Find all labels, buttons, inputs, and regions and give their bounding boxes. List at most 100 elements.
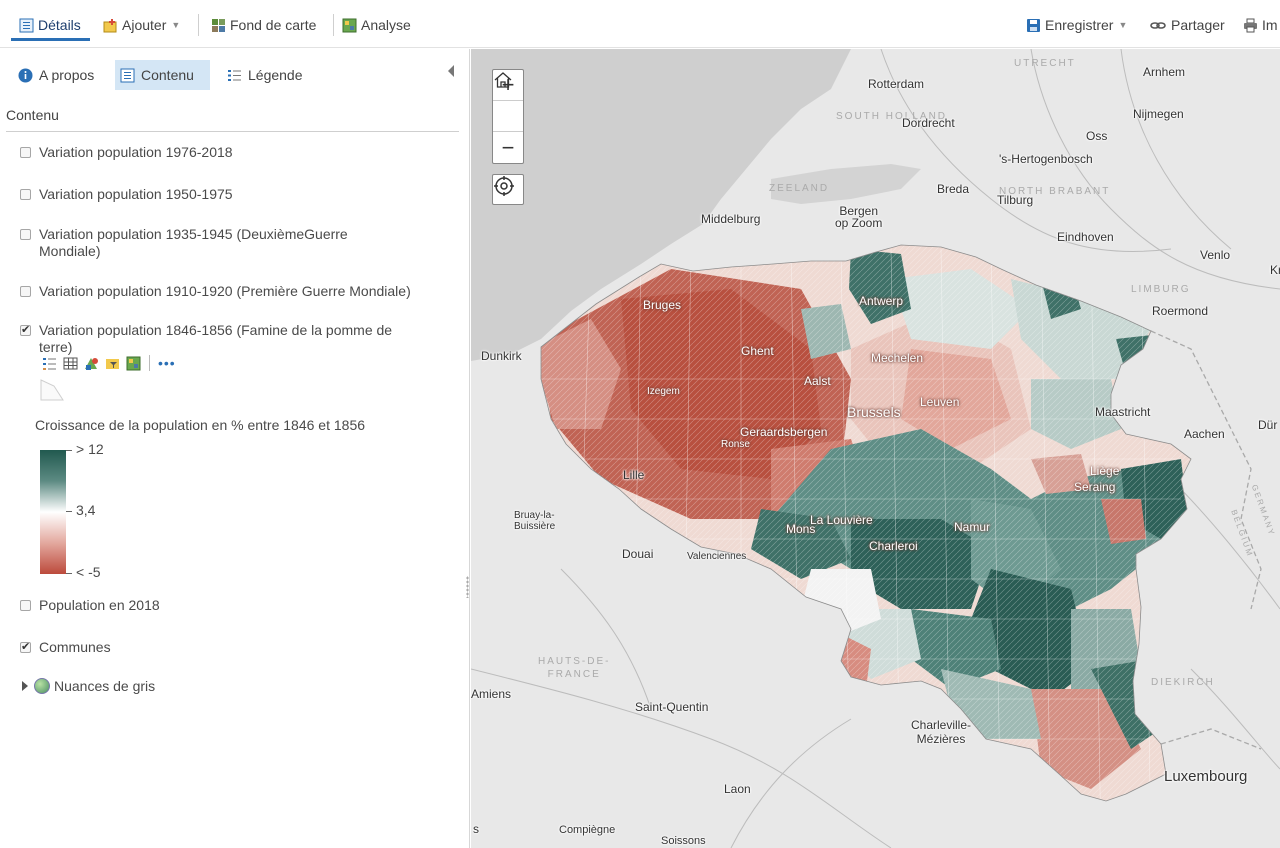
map-label: Leuven <box>920 395 960 409</box>
layer-checkbox[interactable] <box>20 229 31 240</box>
map-label: Antwerp <box>859 294 904 308</box>
map-label: Kr <box>1270 263 1280 277</box>
zoom-out-button[interactable]: − <box>493 132 523 163</box>
locate-icon <box>494 176 514 196</box>
basemap-globe-icon <box>34 678 50 694</box>
ramp-label-low: < -5 <box>76 564 101 580</box>
print-label: Im <box>1262 17 1278 33</box>
map-canvas <box>471 49 1280 848</box>
save-icon <box>1027 18 1040 32</box>
map-label: Bruay-la- Buissière <box>514 510 556 532</box>
details-label: Détails <box>38 17 81 33</box>
map-label: Charleville- Mézières <box>911 718 972 746</box>
ramp-tick <box>66 450 72 451</box>
toolbar-divider <box>333 14 334 36</box>
map-label: Tilburg <box>997 193 1034 207</box>
expand-arrow-icon[interactable] <box>22 681 28 691</box>
legend-icon <box>228 69 241 81</box>
map-label: Eindhoven <box>1057 230 1114 244</box>
locate-button[interactable] <box>492 174 524 205</box>
map-label: Ronse <box>721 439 750 450</box>
tools-divider <box>149 355 150 371</box>
map-label: Dür <box>1258 418 1278 432</box>
map-label: Middelburg <box>701 212 761 226</box>
map-label: Laon <box>724 782 751 796</box>
basemap-layer-label: Nuances de gris <box>54 678 156 694</box>
chevron-down-icon: ▼ <box>171 20 181 30</box>
analysis-label: Analyse <box>361 17 411 33</box>
layer-label: Variation population 1910-1920 (Première… <box>39 283 411 299</box>
top-toolbar: Détails Ajouter ▼ Fond de carte Analyse … <box>0 0 1280 48</box>
map-label: Nijmegen <box>1133 107 1184 121</box>
layer-checkbox[interactable] <box>20 286 31 297</box>
chevron-down-icon: ▼ <box>1118 20 1128 30</box>
details-button[interactable]: Détails <box>19 14 81 36</box>
map-label: Mons <box>786 522 816 536</box>
map-label: Saint-Quentin <box>635 700 709 714</box>
map-label: Seraing <box>1074 480 1116 494</box>
map-label: Geraardsbergen <box>740 425 828 439</box>
map-label: Ghent <box>741 344 774 358</box>
add-label: Ajouter <box>122 17 167 33</box>
zoom-controls: + − <box>492 69 524 164</box>
layer-label: Variation population 1846-1856 (Famine d… <box>39 322 393 355</box>
print-button[interactable]: Im <box>1243 14 1278 36</box>
share-button[interactable]: Partager <box>1149 14 1225 36</box>
table-icon[interactable] <box>63 356 78 371</box>
map-label: Venlo <box>1200 248 1231 262</box>
map-label: ZEELAND <box>769 183 830 194</box>
panel-resize-handle[interactable] <box>466 576 469 598</box>
layer-checkbox[interactable] <box>20 189 31 200</box>
map-label: Aachen <box>1184 427 1225 441</box>
layer-label: Variation population 1976-2018 <box>39 144 233 160</box>
info-icon <box>18 68 33 82</box>
polygon-symbol-icon <box>40 379 64 401</box>
tab-legend[interactable]: Légende <box>222 60 308 90</box>
details-active-indicator <box>11 38 90 41</box>
collapse-panel-icon[interactable] <box>448 65 454 77</box>
tab-about[interactable]: A propos <box>13 60 99 90</box>
filter-icon[interactable] <box>105 356 120 371</box>
perform-analysis-icon[interactable] <box>126 356 141 371</box>
ramp-tick <box>66 573 72 574</box>
map-label: Luxembourg <box>1164 768 1248 785</box>
layer-checkbox[interactable] <box>20 147 31 158</box>
analysis-button[interactable]: Analyse <box>342 14 411 36</box>
color-ramp <box>40 450 66 574</box>
layer-checkbox[interactable] <box>20 322 31 339</box>
map-label: Charleroi <box>869 539 918 553</box>
layer-label: Variation population 1935-1945 (Deuxième… <box>39 226 348 259</box>
map-label: Dunkirk <box>481 349 522 363</box>
ramp-tick <box>66 511 72 512</box>
layer-label: Population en 2018 <box>39 597 160 613</box>
basemap-button[interactable]: Fond de carte <box>211 14 316 36</box>
share-label: Partager <box>1171 17 1225 33</box>
basemap-layer-item[interactable]: Nuances de gris <box>22 678 155 694</box>
section-title: Contenu <box>6 107 59 123</box>
change-style-icon[interactable] <box>84 356 99 371</box>
layer-checkbox[interactable] <box>20 639 31 656</box>
map-label: Liège <box>1090 464 1120 478</box>
add-button[interactable]: Ajouter ▼ <box>103 14 180 36</box>
map-label: Maastricht <box>1095 405 1151 419</box>
analysis-icon <box>342 18 357 32</box>
map-view[interactable]: Rotterdam UTRECHT Arnhem SOUTH HOLLAND D… <box>471 49 1280 848</box>
home-button[interactable] <box>493 72 523 132</box>
layer-tools: ••• <box>42 354 176 372</box>
details-icon <box>19 18 34 32</box>
more-options-icon[interactable]: ••• <box>158 356 176 370</box>
map-label: Izegem <box>647 386 680 397</box>
map-label: Dordrecht <box>902 116 955 130</box>
content-list-icon <box>120 68 135 82</box>
home-icon <box>494 72 512 88</box>
layer-checkbox[interactable] <box>20 600 31 611</box>
show-legend-icon[interactable] <box>42 356 57 371</box>
layer-label: Communes <box>39 639 111 655</box>
basemap-label: Fond de carte <box>230 17 317 33</box>
map-label: Roermond <box>1152 304 1209 318</box>
save-button[interactable]: Enregistrer ▼ <box>1026 14 1127 36</box>
map-label: LIMBURG <box>1131 284 1191 295</box>
toolbar-divider <box>198 14 199 36</box>
map-label: Douai <box>622 547 654 561</box>
tab-content[interactable]: Contenu <box>115 60 210 90</box>
